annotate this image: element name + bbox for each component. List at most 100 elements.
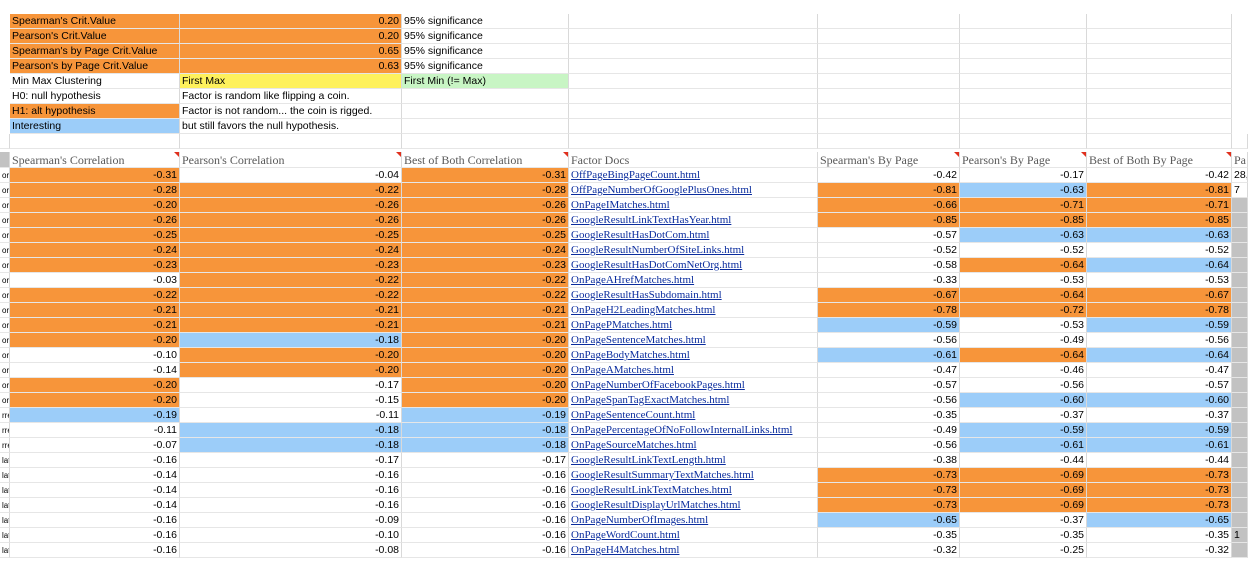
bypage-cell-e[interactable]: -0.81 bbox=[818, 183, 960, 198]
corr-cell-a[interactable]: -0.10 bbox=[10, 348, 180, 363]
bypage-cell-e[interactable]: -0.56 bbox=[818, 438, 960, 453]
corr-cell-b[interactable]: -0.08 bbox=[180, 543, 402, 558]
factor-doc-cell[interactable]: OnPageH2LeadingMatches.html bbox=[569, 303, 818, 318]
bypage-cell-g[interactable]: -0.71 bbox=[1087, 198, 1232, 213]
bypage-cell-g[interactable]: -0.61 bbox=[1087, 438, 1232, 453]
param-value[interactable]: 0.65 bbox=[180, 44, 402, 59]
bypage-cell-e[interactable]: -0.35 bbox=[818, 528, 960, 543]
bypage-cell-g[interactable]: -0.73 bbox=[1087, 468, 1232, 483]
factor-doc-cell[interactable]: OnPageSourceMatches.html bbox=[569, 438, 818, 453]
corr-cell-a[interactable]: -0.21 bbox=[10, 303, 180, 318]
empty-cell[interactable] bbox=[1087, 119, 1232, 134]
corr-cell-a[interactable]: -0.25 bbox=[10, 228, 180, 243]
factor-doc-link[interactable]: GoogleResultDisplayUrlMatches.html bbox=[571, 499, 741, 511]
row-prefix[interactable]: orr bbox=[0, 303, 10, 318]
corr-cell-b[interactable]: -0.18 bbox=[180, 423, 402, 438]
param-note[interactable]: 95% significance bbox=[402, 29, 569, 44]
bypage-cell-e[interactable]: -0.42 bbox=[818, 168, 960, 183]
row-prefix[interactable]: orr bbox=[0, 213, 10, 228]
corr-cell-b[interactable]: -0.16 bbox=[180, 468, 402, 483]
param-value[interactable]: but still favors the null hypothesis. bbox=[180, 119, 402, 134]
corr-cell-b[interactable]: -0.20 bbox=[180, 348, 402, 363]
factor-doc-link[interactable]: OnPageH2LeadingMatches.html bbox=[571, 304, 716, 316]
factor-doc-link[interactable]: OnPageSentenceCount.html bbox=[571, 409, 695, 421]
bypage-cell-e[interactable]: -0.85 bbox=[818, 213, 960, 228]
corr-cell-b[interactable]: -0.22 bbox=[180, 273, 402, 288]
empty-cell[interactable] bbox=[1087, 14, 1232, 29]
corr-cell-a[interactable]: -0.14 bbox=[10, 498, 180, 513]
corr-cell-a[interactable]: -0.24 bbox=[10, 243, 180, 258]
corr-cell-c[interactable]: -0.24 bbox=[402, 243, 569, 258]
bypage-cell-g[interactable]: -0.73 bbox=[1087, 483, 1232, 498]
corr-cell-c[interactable]: -0.23 bbox=[402, 258, 569, 273]
factor-doc-link[interactable]: GoogleResultNumberOfSiteLinks.html bbox=[571, 244, 744, 256]
corr-cell-a[interactable]: -0.14 bbox=[10, 483, 180, 498]
empty-cell[interactable] bbox=[818, 134, 960, 149]
corr-cell-b[interactable]: -0.24 bbox=[180, 243, 402, 258]
corr-cell-b[interactable]: -0.16 bbox=[180, 483, 402, 498]
factor-doc-link[interactable]: OnPagePMatches.html bbox=[571, 319, 672, 331]
bypage-cell-g[interactable]: -0.47 bbox=[1087, 363, 1232, 378]
empty-cell[interactable] bbox=[569, 104, 818, 119]
page-cell[interactable] bbox=[1232, 318, 1248, 333]
corr-cell-c[interactable]: -0.18 bbox=[402, 423, 569, 438]
corr-cell-a[interactable]: -0.07 bbox=[10, 438, 180, 453]
corr-cell-b[interactable]: -0.18 bbox=[180, 333, 402, 348]
page-cell[interactable] bbox=[1232, 288, 1248, 303]
column-header-h[interactable]: Pa bbox=[1232, 152, 1248, 168]
bypage-cell-g[interactable]: -0.56 bbox=[1087, 333, 1232, 348]
empty-cell[interactable] bbox=[1087, 134, 1232, 149]
param-note[interactable] bbox=[402, 119, 569, 134]
bypage-cell-e[interactable]: -0.56 bbox=[818, 393, 960, 408]
corr-cell-b[interactable]: -0.21 bbox=[180, 303, 402, 318]
empty-cell[interactable] bbox=[960, 59, 1087, 74]
page-cell[interactable] bbox=[1232, 438, 1248, 453]
param-label[interactable]: Spearman's by Page Crit.Value bbox=[10, 44, 180, 59]
corr-cell-b[interactable]: -0.15 bbox=[180, 393, 402, 408]
factor-doc-cell[interactable]: GoogleResultLinkTextLength.html bbox=[569, 453, 818, 468]
factor-doc-cell[interactable]: GoogleResultSummaryTextMatches.html bbox=[569, 468, 818, 483]
column-header-g[interactable]: Best of Both By Page bbox=[1087, 152, 1232, 168]
row-prefix[interactable]: lat bbox=[0, 453, 10, 468]
bypage-cell-e[interactable]: -0.65 bbox=[818, 513, 960, 528]
corr-cell-a[interactable]: -0.21 bbox=[10, 318, 180, 333]
factor-doc-link[interactable]: GoogleResultSummaryTextMatches.html bbox=[571, 469, 754, 481]
bypage-cell-g[interactable]: -0.64 bbox=[1087, 348, 1232, 363]
corr-cell-c[interactable]: -0.19 bbox=[402, 408, 569, 423]
page-cell[interactable] bbox=[1232, 213, 1248, 228]
bypage-cell-g[interactable]: -0.52 bbox=[1087, 243, 1232, 258]
bypage-cell-f[interactable]: -0.52 bbox=[960, 243, 1087, 258]
column-header-f[interactable]: Pearson's By Page bbox=[960, 152, 1087, 168]
bypage-cell-f[interactable]: -0.64 bbox=[960, 348, 1087, 363]
corr-cell-a[interactable]: -0.20 bbox=[10, 333, 180, 348]
page-cell[interactable] bbox=[1232, 333, 1248, 348]
factor-doc-cell[interactable]: GoogleResultHasDotComNetOrg.html bbox=[569, 258, 818, 273]
bypage-cell-g[interactable]: -0.59 bbox=[1087, 423, 1232, 438]
comment-indicator-icon[interactable] bbox=[396, 152, 401, 157]
bypage-cell-e[interactable]: -0.33 bbox=[818, 273, 960, 288]
bypage-cell-f[interactable]: -0.63 bbox=[960, 228, 1087, 243]
bypage-cell-e[interactable]: -0.32 bbox=[818, 543, 960, 558]
corr-cell-c[interactable]: -0.18 bbox=[402, 438, 569, 453]
factor-doc-cell[interactable]: GoogleResultDisplayUrlMatches.html bbox=[569, 498, 818, 513]
empty-cell[interactable] bbox=[569, 134, 818, 149]
bypage-cell-g[interactable]: -0.81 bbox=[1087, 183, 1232, 198]
row-prefix[interactable]: orr bbox=[0, 198, 10, 213]
column-header-b[interactable]: Pearson's Correlation bbox=[180, 152, 402, 168]
corr-cell-c[interactable]: -0.22 bbox=[402, 288, 569, 303]
row-prefix[interactable]: lat bbox=[0, 543, 10, 558]
row-prefix[interactable]: orr bbox=[0, 363, 10, 378]
empty-cell[interactable] bbox=[818, 89, 960, 104]
corr-cell-b[interactable]: -0.16 bbox=[180, 498, 402, 513]
corr-cell-a[interactable]: -0.11 bbox=[10, 423, 180, 438]
corr-cell-b[interactable]: -0.20 bbox=[180, 363, 402, 378]
bypage-cell-f[interactable]: -0.46 bbox=[960, 363, 1087, 378]
corr-cell-b[interactable]: -0.26 bbox=[180, 213, 402, 228]
factor-doc-link[interactable]: OnPageNumberOfFacebookPages.html bbox=[571, 379, 745, 391]
bypage-cell-e[interactable]: -0.49 bbox=[818, 423, 960, 438]
bypage-cell-g[interactable]: -0.67 bbox=[1087, 288, 1232, 303]
row-prefix[interactable]: rre bbox=[0, 408, 10, 423]
empty-cell[interactable] bbox=[960, 29, 1087, 44]
factor-doc-cell[interactable]: OnPageSentenceCount.html bbox=[569, 408, 818, 423]
factor-doc-link[interactable]: GoogleResultLinkTextLength.html bbox=[571, 454, 726, 466]
